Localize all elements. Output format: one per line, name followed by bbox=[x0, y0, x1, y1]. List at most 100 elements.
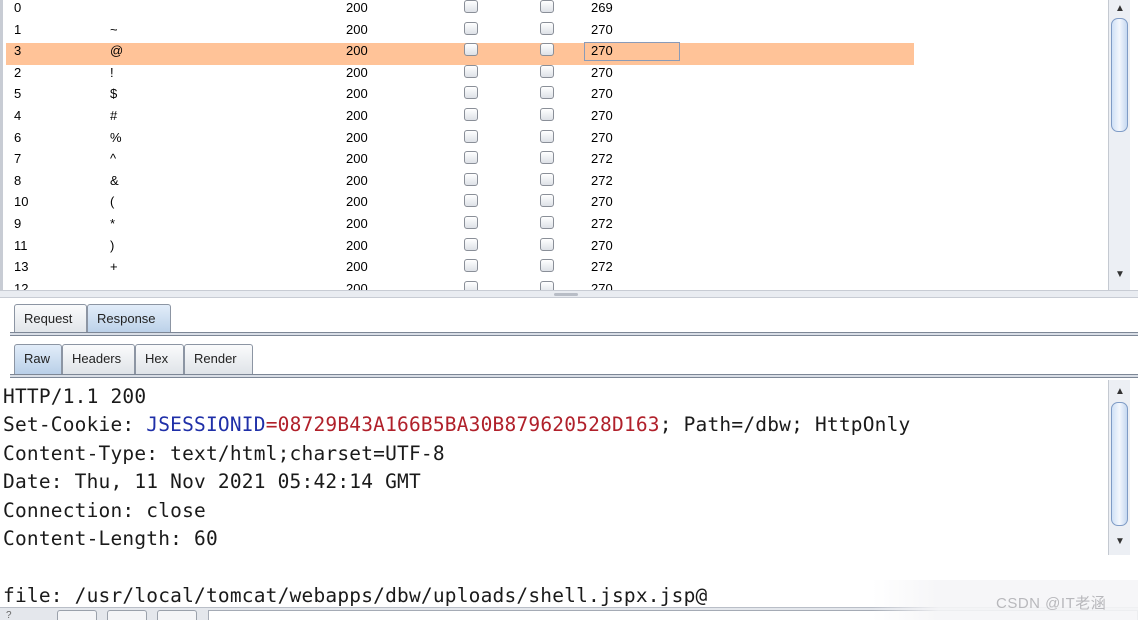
raw-response-text[interactable]: HTTP/1.1 200 Set-Cookie: JSESSIONID=08729… bbox=[3, 383, 910, 610]
cookie-equals: = bbox=[265, 413, 278, 437]
table-row[interactable]: 13 +200 272 bbox=[6, 259, 914, 281]
table-row[interactable]: 9 * 200 272 bbox=[6, 216, 914, 238]
scroll-up-arrow-icon[interactable]: ▲ bbox=[1113, 385, 1127, 399]
error-checkbox[interactable] bbox=[464, 172, 478, 186]
timeout-checkbox[interactable] bbox=[540, 0, 554, 13]
timeout-checkbox[interactable] bbox=[540, 216, 554, 229]
timeout-checkbox[interactable] bbox=[540, 64, 554, 78]
payload-cell: % bbox=[110, 129, 122, 145]
error-checkbox[interactable] bbox=[464, 151, 478, 165]
request-number-cell: 3 bbox=[14, 43, 22, 59]
date-header: Date: Thu, 11 Nov 2021 05:42:14 GMT bbox=[3, 470, 421, 494]
payload-cell: ( bbox=[110, 194, 115, 210]
tab-render[interactable]: Render bbox=[184, 344, 253, 374]
payload-cell: ^ bbox=[110, 151, 117, 167]
status-cell: 200 bbox=[346, 280, 368, 290]
request-number-cell: 1 bbox=[14, 21, 22, 37]
status-cell: 200 bbox=[346, 0, 368, 15]
error-checkbox[interactable] bbox=[464, 86, 478, 100]
timeout-checkbox[interactable] bbox=[540, 151, 554, 165]
timeout-checkbox[interactable] bbox=[540, 172, 554, 186]
content-type-header: Content-Type: text/html;charset=UTF-8 bbox=[3, 441, 445, 465]
status-cell: 200 bbox=[346, 21, 368, 37]
raw-scrollbar-thumb[interactable] bbox=[1111, 402, 1128, 526]
timeout-checkbox[interactable] bbox=[540, 237, 554, 251]
results-vertical-scrollbar[interactable]: ▲ ▼ bbox=[1108, 0, 1130, 290]
request-number-cell: 13 bbox=[14, 259, 29, 275]
payload-cell: @ bbox=[110, 43, 124, 59]
tab-hex[interactable]: Hex bbox=[135, 344, 184, 374]
error-checkbox[interactable] bbox=[464, 129, 478, 143]
table-row[interactable]: 0 200 269 bbox=[6, 0, 914, 22]
payload-cell: # bbox=[110, 108, 118, 123]
table-row[interactable]: 11) 200 270 bbox=[6, 237, 914, 260]
results-scrollbar-thumb[interactable] bbox=[1111, 18, 1128, 132]
request-number-cell: 2 bbox=[14, 64, 22, 80]
results-table-body: 0 200 269 1 ~200 270 3 @200 270 2! 200 270 5 $200 270 4… bbox=[0, 0, 1108, 290]
timeout-checkbox[interactable] bbox=[540, 280, 554, 290]
table-row[interactable]: 1 ~200 270 bbox=[6, 21, 914, 44]
watermark: CSDN @IT老涵 bbox=[996, 595, 1107, 612]
payload-cell: $ bbox=[110, 86, 118, 102]
error-checkbox[interactable] bbox=[464, 64, 478, 78]
table-row[interactable]: 8 & 200 272 bbox=[6, 172, 914, 195]
error-checkbox[interactable] bbox=[464, 108, 478, 121]
tab-raw[interactable]: Raw bbox=[14, 344, 62, 374]
tab-response[interactable]: Response bbox=[87, 304, 171, 334]
error-checkbox[interactable] bbox=[464, 0, 478, 13]
table-row[interactable]: 10 (200 270 bbox=[6, 194, 914, 216]
error-checkbox[interactable] bbox=[464, 21, 478, 35]
cookie-value: 08729B43A166B5BA30B879620528D163 bbox=[277, 413, 660, 437]
error-checkbox[interactable] bbox=[464, 194, 478, 208]
cookie-name: JSESSIONID bbox=[146, 413, 266, 437]
request-number-cell: 5 bbox=[14, 86, 22, 102]
table-row[interactable]: 4 #200 270 bbox=[6, 108, 914, 130]
error-checkbox[interactable] bbox=[464, 43, 478, 57]
request-number-cell: 8 bbox=[14, 172, 22, 188]
raw-vertical-scrollbar[interactable]: ▲ ▼ bbox=[1108, 380, 1130, 555]
status-cell: 200 bbox=[346, 216, 368, 231]
scroll-down-arrow-icon[interactable]: ▼ bbox=[1113, 268, 1127, 282]
length-cell: 270 bbox=[591, 86, 613, 102]
set-cookie-header: Set-Cookie: JSESSIONID=08729B43A166B5BA3… bbox=[3, 411, 910, 439]
payload-cell: ! bbox=[110, 64, 114, 80]
timeout-checkbox[interactable] bbox=[540, 129, 554, 143]
error-checkbox[interactable] bbox=[464, 216, 478, 229]
error-checkbox[interactable] bbox=[464, 280, 478, 290]
timeout-checkbox[interactable] bbox=[540, 21, 554, 35]
status-cell: 200 bbox=[346, 129, 368, 145]
timeout-checkbox[interactable] bbox=[540, 108, 554, 121]
toolbar-button-previous[interactable] bbox=[57, 610, 97, 620]
table-row[interactable]: 2! 200 270 bbox=[6, 64, 914, 87]
payload-cell: * bbox=[110, 216, 116, 231]
status-cell: 200 bbox=[346, 172, 368, 188]
table-row[interactable]: 5 $200 270 bbox=[6, 86, 914, 108]
length-cell: 272 bbox=[591, 216, 613, 231]
length-cell: 269 bbox=[591, 0, 613, 15]
scroll-down-arrow-icon[interactable]: ▼ bbox=[1113, 535, 1127, 549]
timeout-checkbox[interactable] bbox=[540, 43, 554, 57]
help-icon[interactable]: ? bbox=[6, 611, 22, 620]
table-row[interactable]: 3 @200 270 bbox=[6, 42, 914, 65]
timeout-checkbox[interactable] bbox=[540, 194, 554, 208]
toolbar-button-next[interactable] bbox=[157, 610, 197, 620]
table-row[interactable]: 7 ^ 200 272 bbox=[6, 151, 914, 173]
timeout-checkbox[interactable] bbox=[540, 259, 554, 273]
tab-request[interactable]: Request bbox=[14, 304, 87, 334]
length-cell: 270 bbox=[591, 194, 613, 210]
timeout-checkbox[interactable] bbox=[540, 86, 554, 100]
error-checkbox[interactable] bbox=[464, 259, 478, 273]
tab-headers[interactable]: Headers bbox=[62, 344, 135, 374]
split-pane-divider[interactable] bbox=[0, 290, 1138, 298]
request-number-cell: 12 bbox=[14, 280, 29, 290]
scroll-up-arrow-icon[interactable]: ▲ bbox=[1113, 2, 1127, 16]
status-cell: 200 bbox=[346, 259, 368, 275]
toolbar-button-add[interactable] bbox=[107, 610, 147, 620]
cookie-attributes: ; Path=/dbw; HttpOnly bbox=[659, 413, 911, 437]
status-cell: 200 bbox=[346, 64, 368, 80]
error-checkbox[interactable] bbox=[464, 237, 478, 251]
connection-header: Connection: close bbox=[3, 498, 206, 522]
table-row[interactable]: 6% 200 270 bbox=[6, 129, 914, 152]
divider-grip-icon bbox=[554, 293, 578, 296]
table-row[interactable]: 12 200 270 bbox=[6, 280, 914, 290]
